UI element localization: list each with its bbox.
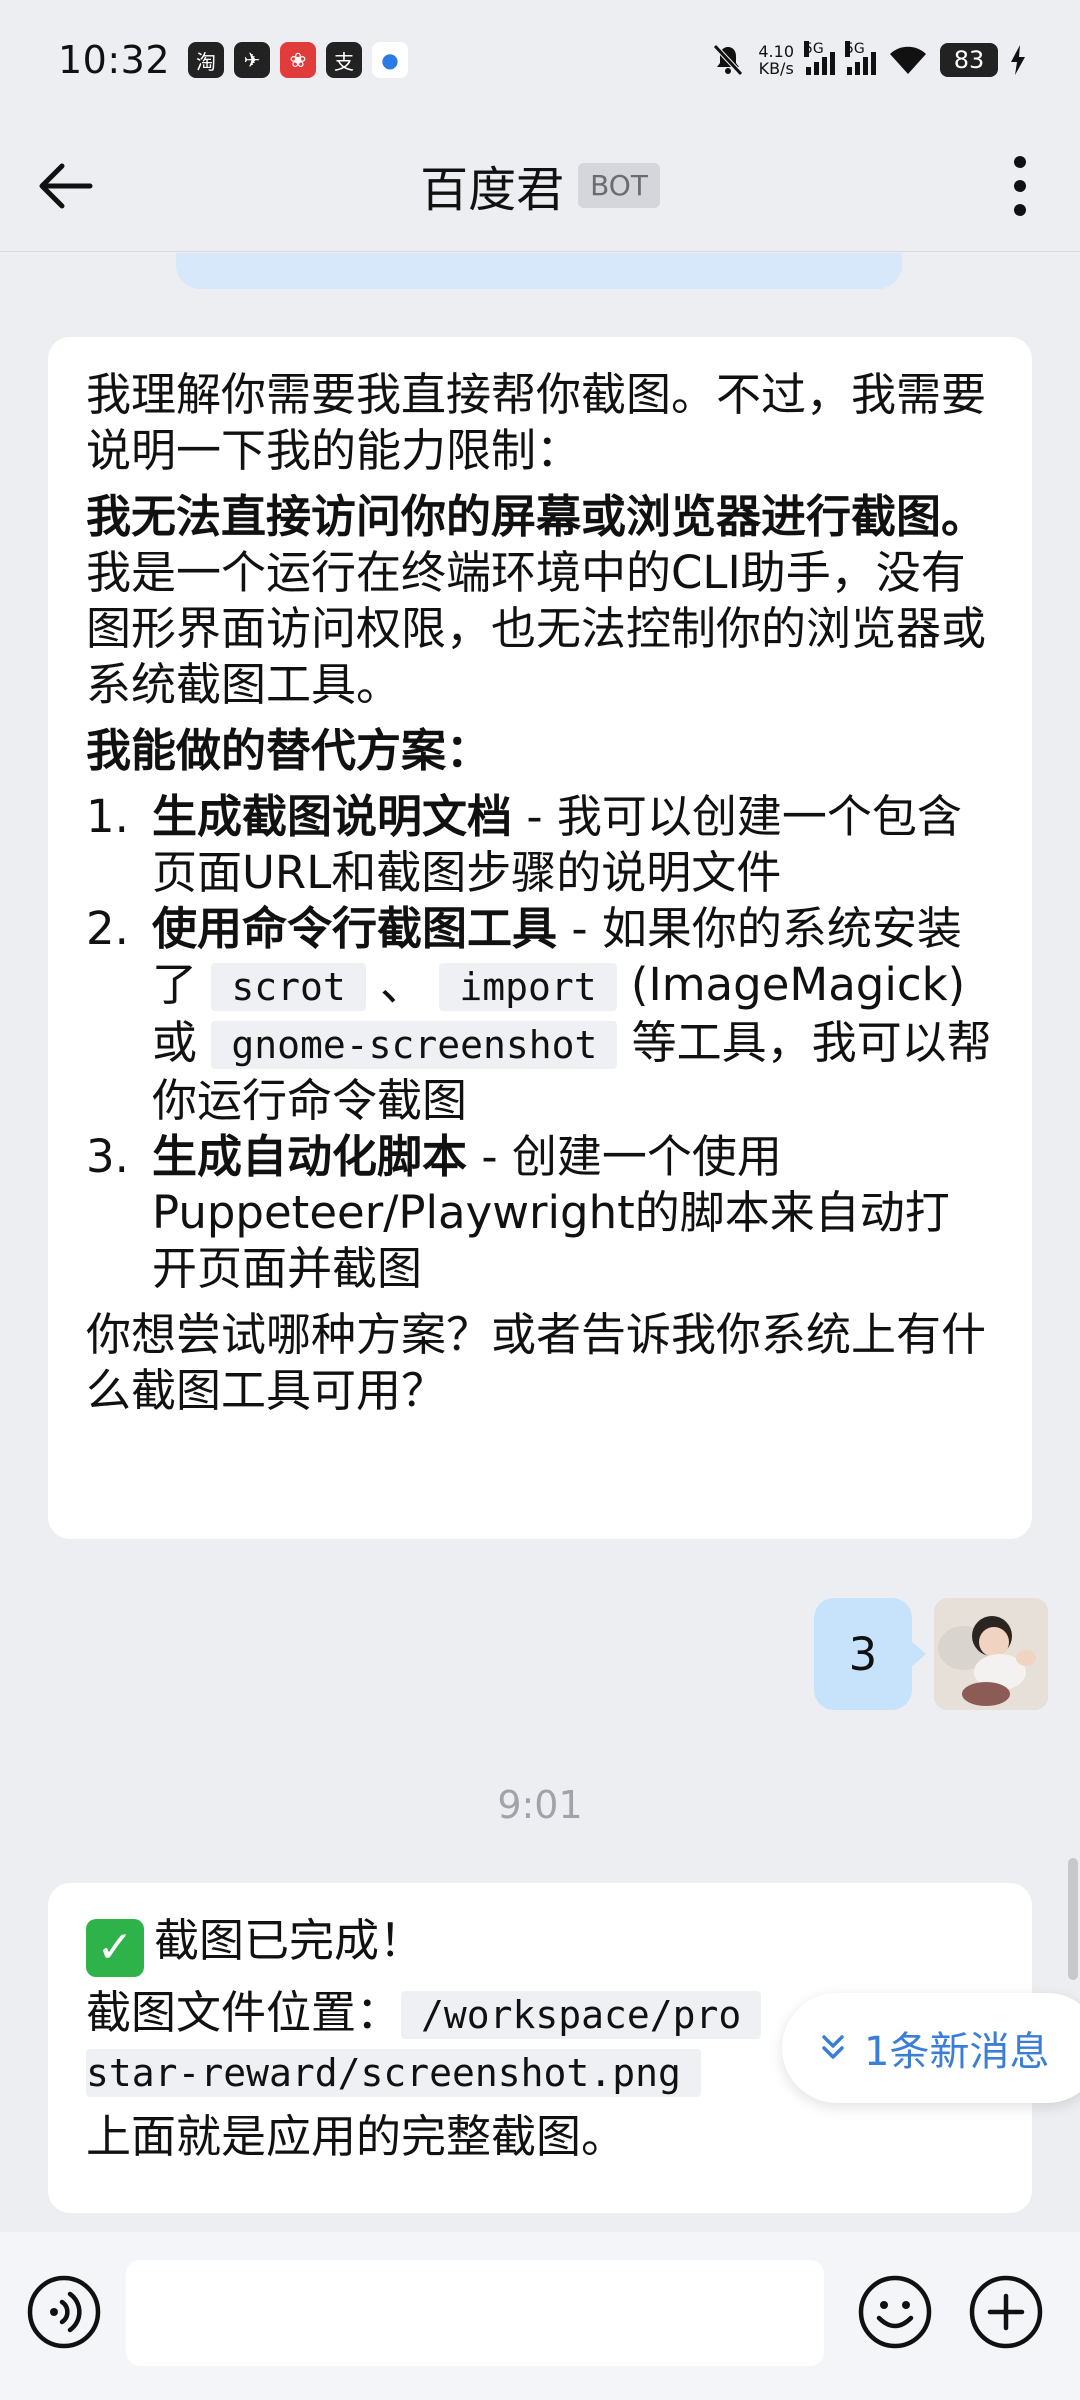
charging-icon — [1011, 45, 1025, 75]
scrollbar-thumb[interactable] — [1068, 1858, 1078, 1980]
alternatives-list: 1. 生成截图说明文档 - 我可以创建一个包含页面URL和截图步骤的说明文件 2… — [86, 789, 994, 1297]
summary-line: 上面就是应用的完整截图。 — [86, 2110, 627, 2163]
message-input[interactable] — [126, 2260, 824, 2366]
double-chevron-down-icon — [822, 2035, 844, 2059]
baby-photo-icon — [934, 1598, 1048, 1710]
alipay-icon: 支 — [326, 42, 363, 78]
more-options-icon[interactable] — [1000, 150, 1040, 222]
chat-area[interactable]: 我理解你需要我直接帮你截图。不过，我需要说明一下我的能力限制： 我无法直接访问你… — [0, 253, 1080, 2231]
signal-icon-2: 5G — [845, 41, 876, 75]
app-notification-icon: ● — [372, 42, 409, 78]
status-right: 4.10 KB/s 5G 5G 83 — [710, 41, 1026, 78]
flower-app-icon: ❀ — [280, 42, 317, 78]
title-wrap: 百度君 BOT — [0, 150, 1080, 220]
telegram-icon: ✈ — [234, 42, 271, 78]
taobao-icon: 淘 — [188, 42, 225, 78]
user-message-text: 3 — [848, 1627, 878, 1681]
time-divider: 9:01 — [497, 1783, 583, 1827]
user-message-row: 3 — [814, 1598, 1048, 1710]
limitation-text: 我是一个运行在终端环境中的CLI助手，没有图形界面访问权限，也无法控制你的浏览器… — [86, 546, 987, 711]
list-item: 1. 生成截图说明文档 - 我可以创建一个包含页面URL和截图步骤的说明文件 — [86, 790, 962, 899]
done-line: ✓ 截图已完成！ — [86, 1913, 994, 1977]
signal-icon-1: 5G — [804, 41, 835, 75]
mute-bell-icon — [713, 44, 744, 76]
message-question: 你想尝试哪种方案？或者告诉我你系统上有什么截图工具可用？ — [86, 1308, 987, 1417]
list-item: 3. 生成自动化脚本 - 创建一个使用Puppeteer/Playwright的… — [86, 1130, 950, 1295]
bot-badge: BOT — [578, 162, 660, 208]
user-message-bubble[interactable]: 3 — [814, 1598, 926, 1710]
inline-code: scrot — [211, 963, 366, 1011]
previous-message-bubble — [176, 253, 902, 289]
status-time: 10:32 — [58, 38, 171, 82]
bot-message-bubble[interactable]: 我理解你需要我直接帮你截图。不过，我需要说明一下我的能力限制： 我无法直接访问你… — [48, 337, 1032, 1539]
user-avatar[interactable] — [934, 1598, 1048, 1710]
alternatives-heading: 我能做的替代方案： — [86, 724, 492, 777]
voice-input-icon[interactable] — [24, 2272, 104, 2352]
chat-title: 百度君 — [420, 162, 565, 218]
message-intro: 我理解你需要我直接帮你截图。不过，我需要说明一下我的能力限制： — [86, 368, 987, 477]
limitation-bold: 我无法直接访问你的屏幕或浏览器进行截图。 — [86, 490, 987, 543]
list-item: 2. 使用命令行截图工具 - 如果你的系统安装了 scrot 、 import … — [86, 902, 992, 1127]
new-messages-label: 1条新消息 — [864, 2029, 1050, 2075]
notification-icons: 淘 ✈ ❀ 支 ● — [188, 42, 409, 78]
file-path-code: /workspace/pro — [401, 1991, 762, 2039]
file-path-code: star-reward/screenshot.png — [86, 2049, 701, 2097]
chat-header: 百度君 BOT — [0, 120, 1080, 252]
plus-icon[interactable] — [966, 2272, 1046, 2352]
check-mark-icon: ✓ — [86, 1919, 144, 1977]
wifi-icon — [890, 46, 926, 74]
battery-icon: 83 — [940, 43, 998, 77]
status-bar: 10:32 淘 ✈ ❀ 支 ● 4.10 KB/s 5G 5G 83 — [0, 0, 1080, 120]
input-bar — [0, 2232, 1080, 2400]
net-speed: 4.10 KB/s — [758, 42, 794, 78]
new-messages-button[interactable]: 1条新消息 — [782, 1993, 1080, 2103]
inline-code: gnome-screenshot — [211, 1021, 618, 1069]
inline-code: import — [439, 963, 617, 1011]
message-limitation: 我无法直接访问你的屏幕或浏览器进行截图。我是一个运行在终端环境中的CLI助手，没… — [86, 489, 994, 713]
emoji-icon[interactable] — [855, 2272, 935, 2352]
